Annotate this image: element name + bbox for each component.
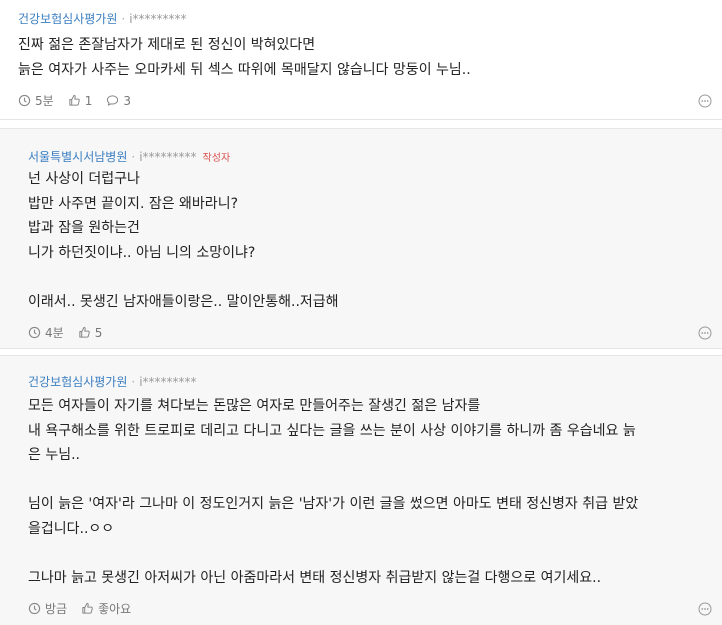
clock-icon: [28, 602, 41, 615]
timestamp: 방금: [28, 600, 67, 617]
timestamp: 4분: [28, 324, 64, 341]
comment-line: [28, 541, 638, 566]
like-count: 5: [94, 325, 103, 340]
time-label: 5분: [35, 94, 54, 108]
comment-line: 모든 여자들이 자기를 쳐다보는 돈많은 여자로 만들어주는 잘생긴 젊은 남자…: [28, 398, 481, 414]
comment-meta: 건강보험심사평가원 · i*********: [28, 373, 197, 390]
comment-line: 늙은 여자가 사주는 오마카세 뒤 섹스 따위에 목매달지 않습니다 망둥이 누…: [18, 61, 471, 78]
comment-user-id: i*********: [139, 375, 197, 389]
comment-user-id: i*********: [139, 150, 197, 164]
thumbs-up-icon: [82, 602, 93, 614]
meta-separator: ·: [131, 375, 136, 389]
more-options-icon[interactable]: [698, 94, 712, 108]
more-options-icon[interactable]: [698, 602, 712, 616]
comment-author[interactable]: 건강보험심사평가원: [28, 375, 127, 389]
comment-author[interactable]: 건강보험심사평가원: [18, 12, 117, 26]
comment-actions: 5분 1 3: [18, 92, 145, 109]
comment-line: 진짜 젊은 존잘남자가 제대로 된 정신이 박혀있다면: [18, 37, 316, 53]
like-button[interactable]: 좋아요: [81, 600, 131, 617]
comment-user-id: i*********: [129, 12, 187, 26]
like-count: 1: [84, 93, 93, 108]
comment-body: 넌 사상이 더럽구나 밥만 사주면 끝이지. 잠은 왜바라니? 밥과 잠을 원하…: [28, 167, 339, 314]
more-options-icon[interactable]: [698, 326, 712, 340]
comment-meta: 서울특별시서남병원 · i********* 작성자: [28, 148, 230, 165]
comment-line: 넌 사상이 더럽구나: [28, 171, 140, 187]
comment-line: 밥과 잠을 원하는건: [28, 220, 140, 236]
comment-actions: 4분 5: [28, 324, 116, 341]
comment-actions: 방금 좋아요: [28, 600, 145, 617]
clock-icon: [28, 326, 41, 339]
comment-line: [28, 265, 339, 290]
reply-count: 3: [123, 93, 131, 108]
like-button[interactable]: 5: [78, 325, 103, 340]
timestamp: 5분: [18, 92, 54, 109]
comment-line: 그나마 늙고 못생긴 아저씨가 아닌 아줌마라서 변태 정신병자 취급받지 않는…: [28, 569, 602, 586]
thumbs-up-icon: [79, 326, 90, 338]
like-button[interactable]: 1: [68, 93, 93, 108]
time-label: 방금: [45, 602, 68, 616]
comment-author[interactable]: 서울특별시서남병원: [28, 150, 127, 164]
meta-separator: ·: [121, 12, 126, 26]
comment-line: [28, 468, 638, 493]
speech-bubble-icon: [107, 95, 119, 106]
like-label: 좋아요: [98, 602, 132, 616]
comment-line: 을겁니다..ㅇㅇ: [28, 520, 115, 537]
comment-1: 건강보험심사평가원 · i********* 진짜 젊은 존잘남자가 제대로 된 정…: [0, 0, 722, 120]
comment-body: 모든 여자들이 자기를 쳐다보는 돈많은 여자로 만들어주는 잘생긴 젊은 남자…: [28, 394, 638, 590]
comment-line: 니가 하던짓이냐.. 아님 니의 소망이냐?: [28, 244, 256, 261]
comment-line: 이래서.. 못생긴 남자애들이랑은.. 말이안통해..저급해: [28, 293, 339, 310]
comment-line: 님이 늙은 '여자'라 그나마 이 정도인거지 늙은 '남자'가 이런 글을 썼…: [28, 496, 639, 512]
time-label: 4분: [45, 326, 64, 340]
comment-meta: 건강보험심사평가원 · i*********: [18, 10, 187, 27]
comment-3: 건강보험심사평가원 · i********* 모든 여자들이 자기를 쳐다보는 돈많…: [0, 355, 722, 625]
clock-icon: [18, 94, 31, 107]
comment-line: 내 욕구해소를 위한 트로피로 데리고 다니고 싶다는 글을 쓰는 분이 사상 …: [28, 422, 636, 439]
comment-body: 진짜 젊은 존잘남자가 제대로 된 정신이 박혀있다면 늙은 여자가 사주는 오…: [18, 33, 471, 82]
writer-badge: 작성자: [202, 153, 231, 164]
meta-separator: ·: [131, 150, 136, 164]
comment-2: 서울특별시서남병원 · i********* 작성자 넌 사상이 더럽구나 밥만 사주…: [0, 128, 722, 349]
reply-button[interactable]: 3: [106, 94, 131, 108]
comment-line: 밥만 사주면 끝이지. 잠은 왜바라니?: [28, 195, 239, 212]
thumbs-up-icon: [69, 94, 80, 106]
comment-line: 은 누님..: [28, 447, 80, 463]
